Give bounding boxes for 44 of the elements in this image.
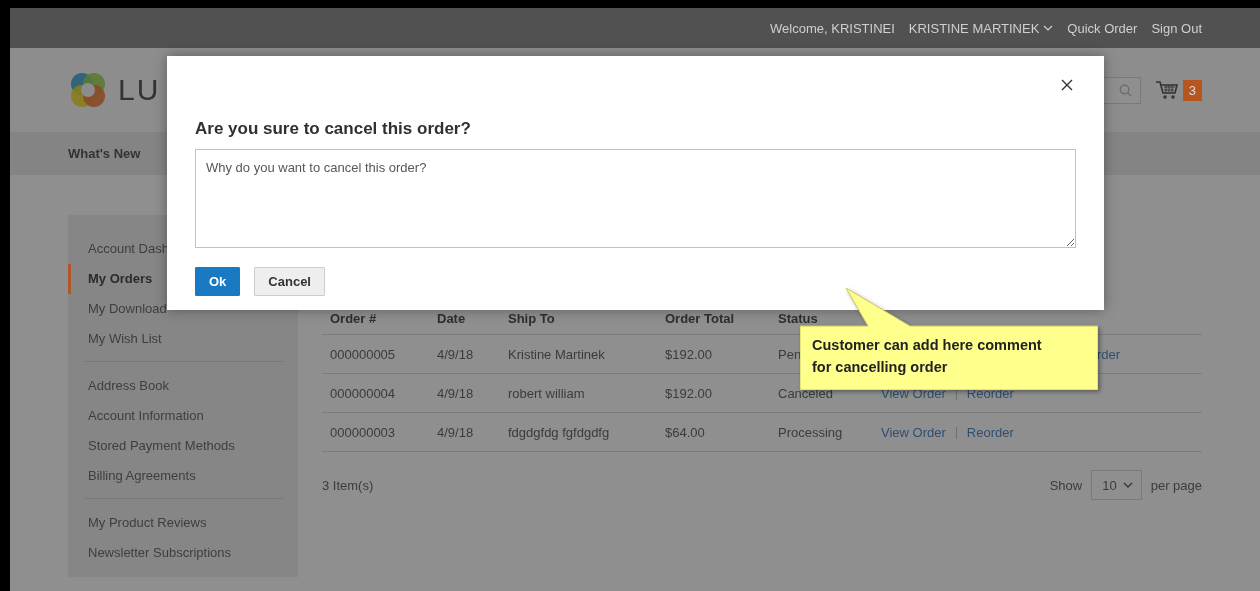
modal-title: Are you sure to cancel this order?: [195, 119, 472, 139]
table-cell: 4/9/18: [429, 373, 500, 413]
table-cell: 000000003: [322, 412, 429, 452]
welcome-text: Welcome, KRISTINEI: [770, 20, 895, 36]
table-cell: 4/9/18: [429, 412, 500, 452]
cancel-button[interactable]: Cancel: [254, 267, 325, 296]
table-cell: 000000005: [322, 334, 429, 374]
table-cell: Kristine Martinek: [500, 334, 657, 374]
account-menu[interactable]: KRISTINE MARTINEK: [908, 20, 1054, 36]
chevron-down-icon: [1122, 482, 1133, 488]
sidebar-item[interactable]: Newsletter Subscriptions: [68, 538, 298, 568]
sidebar-item[interactable]: Billing Agreements: [68, 461, 298, 491]
sidebar-item[interactable]: Address Book: [68, 371, 298, 401]
table-cell: 4/9/18: [429, 334, 500, 374]
close-icon: [1061, 79, 1073, 91]
chevron-down-icon: [1043, 25, 1054, 31]
per-page-label: per page: [1150, 477, 1202, 493]
cart-icon: [1154, 80, 1179, 100]
comment-field[interactable]: Why do you want to cancel this order?: [195, 149, 1076, 248]
nav-link[interactable]: What's New: [68, 146, 141, 161]
table-cell: 000000004: [322, 373, 429, 413]
logo-text: LU: [118, 73, 161, 107]
item-count: 3 Item(s): [322, 477, 374, 493]
table-cell: robert william: [500, 373, 657, 413]
table-cell: Processing: [770, 412, 873, 452]
page-size-select[interactable]: 10: [1091, 470, 1142, 500]
action-link[interactable]: View Order: [881, 424, 946, 440]
table-cell: fdgdgfdg fgfdgdfg: [500, 412, 657, 452]
header-link[interactable]: Sign Out: [1151, 20, 1202, 36]
action-link[interactable]: rder: [1097, 346, 1121, 362]
sidebar-item[interactable]: Account Information: [68, 401, 298, 431]
logo-icon: [68, 70, 108, 110]
sidebar-item[interactable]: My Wish List: [68, 324, 298, 354]
search-icon: [1118, 83, 1132, 97]
cart-count-badge: 3: [1182, 79, 1202, 101]
sidebar-item[interactable]: My Product Reviews: [68, 508, 298, 538]
table-cell: $64.00: [657, 412, 770, 452]
show-label: Show: [1049, 477, 1083, 493]
table-cell: $192.00: [657, 373, 770, 413]
table-cell: $192.00: [657, 334, 770, 374]
sidebar-item[interactable]: Stored Payment Methods: [68, 431, 298, 461]
action-link[interactable]: Reorder: [966, 424, 1014, 440]
ok-button[interactable]: Ok: [195, 267, 241, 296]
header-link[interactable]: Quick Order: [1067, 20, 1138, 36]
